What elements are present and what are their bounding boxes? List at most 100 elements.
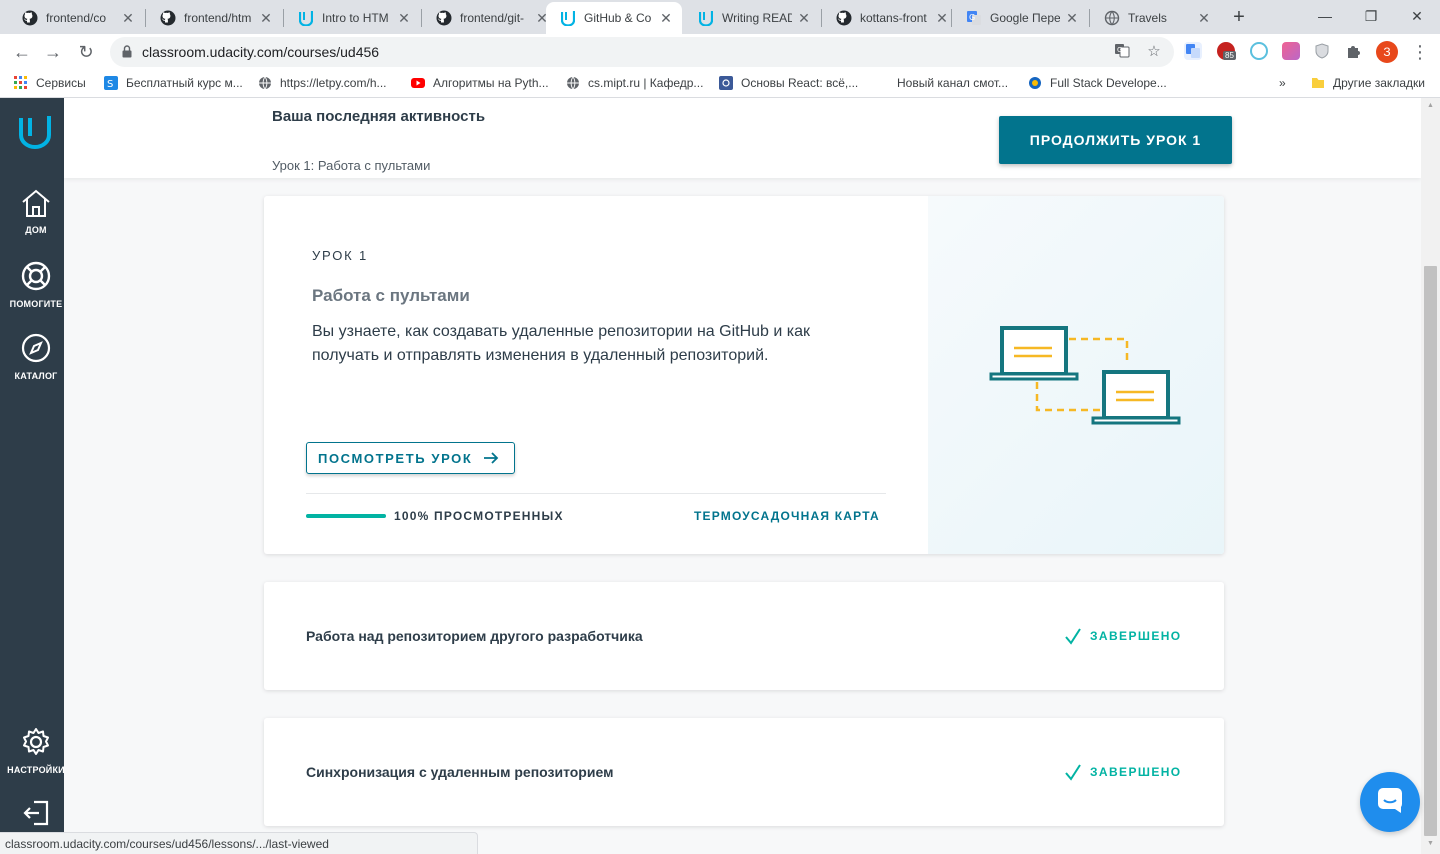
sidebar-item-label: ДОМ	[25, 225, 47, 235]
udacity-icon	[298, 10, 314, 26]
extension-badge: 85	[1223, 51, 1236, 60]
home-icon	[20, 189, 52, 222]
bookmark-item[interactable]: Алгоритмы на Pyth...	[411, 76, 549, 90]
sidebar-item-settings[interactable]: НАСТРОЙКИ	[0, 726, 72, 775]
close-tab-icon[interactable]: ✕	[934, 10, 950, 27]
browser-tab[interactable]: frontend/git- ✕	[422, 2, 558, 34]
lesson-progress-text: 100% ПРОСМОТРЕННЫХ	[394, 509, 564, 523]
browser-tab[interactable]: Intro to HTM ✕	[284, 2, 420, 34]
gear-icon	[20, 728, 52, 762]
bookmark-item[interactable]: S Бесплатный курс м...	[104, 76, 243, 90]
minimize-button[interactable]: —	[1313, 4, 1337, 28]
bookmark-label: Бесплатный курс м...	[126, 76, 243, 90]
sidebar-item-label: НАСТРОЙКИ	[7, 765, 65, 775]
adblock-extension-icon[interactable]: 85	[1217, 42, 1236, 60]
close-tab-icon[interactable]: ✕	[796, 10, 812, 27]
browser-tab-active[interactable]: GitHub & Co ✕	[546, 2, 682, 34]
close-tab-icon[interactable]: ✕	[258, 10, 274, 27]
restore-button[interactable]: ❐	[1359, 4, 1383, 28]
continue-lesson-button[interactable]: ПРОДОЛЖИТЬ УРОК 1	[999, 116, 1232, 164]
address-url: classroom.udacity.com/courses/ud456	[142, 44, 380, 60]
bookmark-item[interactable]: cs.mipt.ru | Кафедр...	[566, 76, 703, 90]
github-icon	[22, 10, 38, 26]
shield-extension-icon[interactable]	[1313, 42, 1331, 60]
sidebar-item-catalog[interactable]: КАТАЛОГ	[0, 332, 72, 381]
scroll-up-icon[interactable]: ▲	[1425, 102, 1436, 112]
back-button[interactable]: ←	[10, 40, 34, 64]
udacity-logo-icon[interactable]	[18, 114, 52, 155]
bookmark-label: cs.mipt.ru | Кафедр...	[588, 76, 704, 90]
browser-tab[interactable]: frontend/htm ✕	[146, 2, 282, 34]
concept-card[interactable]: Работа над репозиторием другого разработ…	[264, 582, 1224, 690]
lock-icon	[122, 45, 132, 63]
compass-icon	[20, 333, 52, 368]
browser-tab[interactable]: frontend/co ✕	[8, 2, 144, 34]
address-bar[interactable]: classroom.udacity.com/courses/ud456 G ☆	[110, 37, 1174, 67]
browser-tab-title: Intro to HTM	[322, 11, 389, 25]
scroll-down-icon[interactable]: ▼	[1425, 840, 1436, 850]
view-lesson-button[interactable]: ПОСМОТРЕТЬ УРОК	[306, 442, 515, 474]
lesson-number: УРОК 1	[312, 248, 368, 263]
other-bookmarks[interactable]: Другие закладки	[1311, 76, 1425, 90]
react-site-icon	[719, 76, 733, 90]
close-tab-icon[interactable]: ✕	[658, 10, 674, 27]
close-tab-icon[interactable]: ✕	[120, 10, 136, 27]
browser-tab[interactable]: kottans-front ✕	[822, 2, 958, 34]
udacity-icon	[698, 10, 714, 26]
browser-menu-icon[interactable]: ⋮	[1410, 40, 1430, 64]
browser-tab-title: Writing READ	[722, 11, 792, 25]
svg-text:G: G	[969, 13, 975, 22]
close-window-button[interactable]: ✕	[1405, 4, 1429, 28]
new-tab-button[interactable]: +	[1228, 6, 1250, 28]
last-activity-title: Ваша последняя активность	[272, 108, 486, 125]
scrollbar-thumb[interactable]	[1424, 266, 1437, 836]
bookmark-star-icon[interactable]: ☆	[1144, 42, 1164, 62]
bookmark-item[interactable]: Full Stack Develope...	[1028, 76, 1167, 90]
page-content: ДОМ ПОМОГИТЕ КАТАЛОГ НАСТРОЙКИ Ваша посл…	[0, 98, 1440, 854]
sidebar-item-home[interactable]: ДОМ	[0, 188, 72, 235]
forward-button[interactable]: →	[41, 40, 65, 64]
concept-card[interactable]: Синхронизация с удаленным репозиторием З…	[264, 718, 1224, 826]
sidebar-item-help[interactable]: ПОМОГИТЕ	[0, 260, 72, 309]
browser-tab-title: GitHub & Co	[584, 11, 652, 25]
bookmark-item[interactable]: Новый канал смот...	[897, 76, 1008, 90]
github-icon	[836, 10, 852, 26]
bookmark-item[interactable]: Сервисы	[14, 76, 86, 90]
chat-button[interactable]	[1360, 772, 1420, 832]
bookmark-label: Сервисы	[36, 76, 86, 90]
close-tab-icon[interactable]: ✕	[1196, 10, 1212, 27]
extension-ring-icon[interactable]	[1250, 42, 1268, 60]
close-tab-icon[interactable]: ✕	[1064, 10, 1080, 27]
lesson-card: УРОК 1 Работа с пультами Вы узнаете, как…	[264, 196, 1224, 554]
folder-icon	[1311, 76, 1325, 90]
youtube-icon	[411, 76, 425, 90]
bookmark-item[interactable]: Основы React: всё,...	[719, 76, 858, 90]
svg-text:G: G	[1117, 46, 1122, 54]
checkmark-icon	[1064, 763, 1082, 781]
divider	[306, 493, 886, 494]
translate-extension-icon[interactable]	[1184, 42, 1202, 60]
globe-icon	[1104, 10, 1120, 26]
logout-button[interactable]	[0, 798, 72, 833]
browser-tab-title: kottans-front	[860, 11, 927, 25]
browser-tab-title: frontend/git-	[460, 11, 525, 25]
browser-tab[interactable]: Travels ✕	[1090, 2, 1220, 34]
browser-status-bar: classroom.udacity.com/courses/ud456/less…	[0, 832, 478, 854]
bookmark-item[interactable]: https://letpy.com/h...	[258, 76, 387, 90]
bookmark-label: Full Stack Develope...	[1050, 76, 1167, 90]
bookmarks-overflow-icon[interactable]: »	[1279, 76, 1286, 90]
close-tab-icon[interactable]: ✕	[396, 10, 412, 27]
lesson-progress-bar	[306, 514, 386, 518]
reload-button[interactable]: ↻	[74, 40, 98, 64]
browser-tab-title: Travels	[1128, 11, 1167, 25]
browser-tab[interactable]: G Google Пере ✕	[952, 2, 1088, 34]
extensions-puzzle-icon[interactable]	[1345, 42, 1363, 60]
last-activity-banner: Ваша последняя активность Урок 1: Работа…	[64, 98, 1421, 178]
globe-icon	[566, 76, 580, 90]
profile-avatar[interactable]: З	[1376, 41, 1398, 63]
view-lesson-label: ПОСМОТРЕТЬ УРОК	[318, 450, 473, 466]
concept-map-link[interactable]: ТЕРМОУСАДОЧНАЯ КАРТА	[694, 509, 880, 523]
color-extension-icon[interactable]	[1282, 42, 1300, 60]
browser-tab[interactable]: Writing READ ✕	[684, 2, 820, 34]
translate-page-icon[interactable]: G	[1112, 42, 1132, 62]
